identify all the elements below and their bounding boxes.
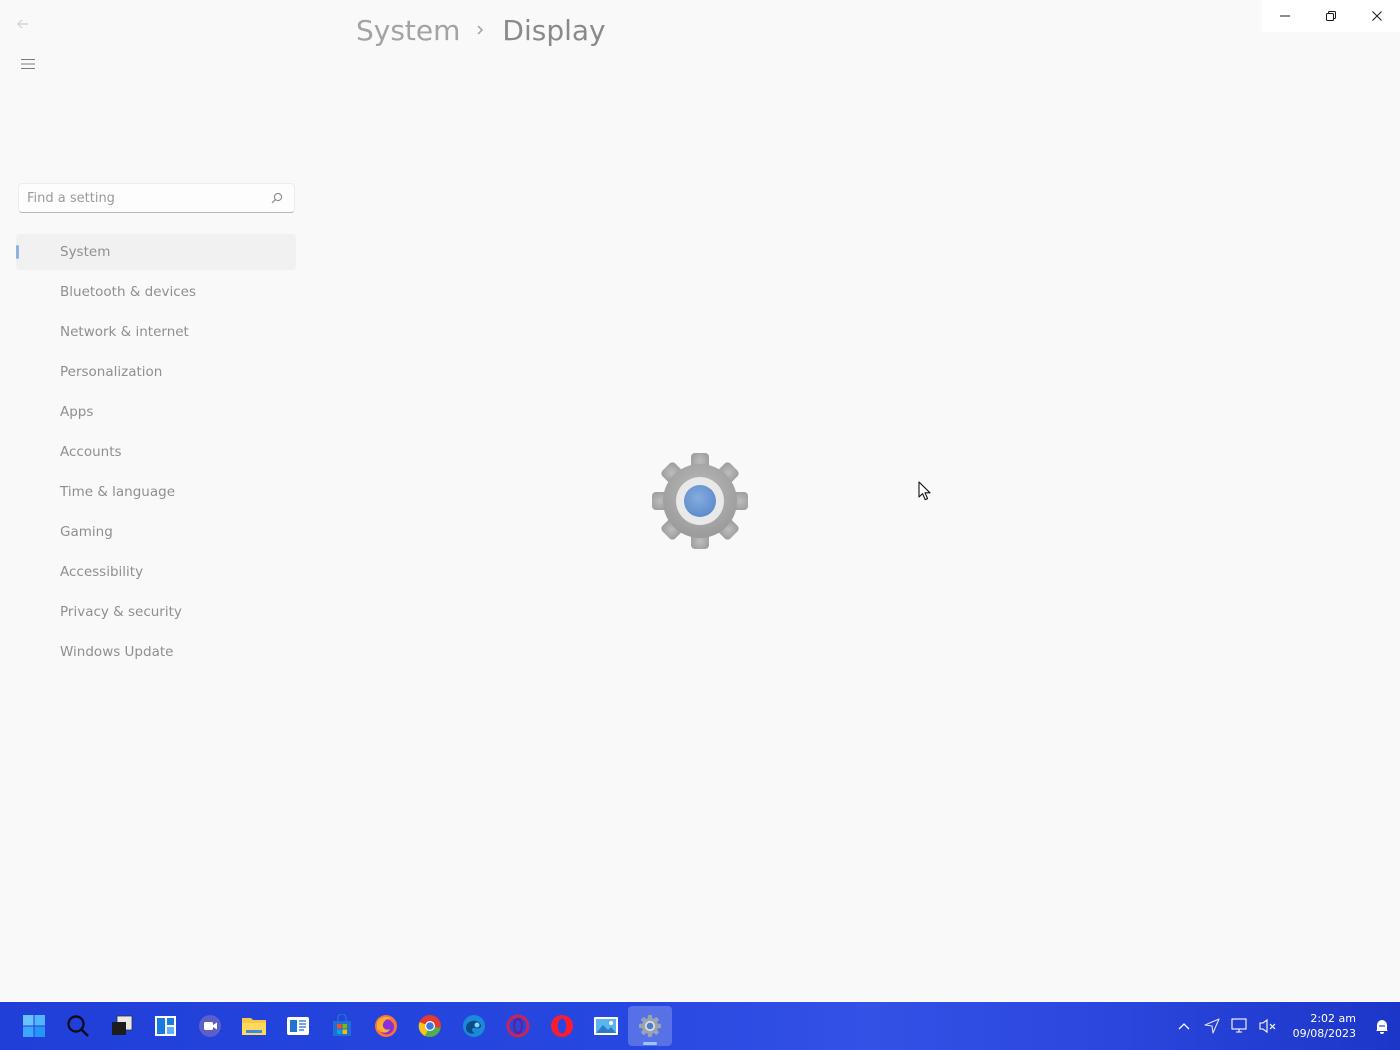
mouse-cursor-icon	[918, 481, 931, 501]
widgets-icon	[155, 1016, 176, 1036]
task-view-button[interactable]	[100, 1006, 144, 1046]
sidebar-item-label: Time & language	[60, 484, 176, 500]
news-icon	[287, 1017, 309, 1035]
sidebar-item-label: Gaming	[60, 524, 113, 540]
sidebar-item-label: Accounts	[60, 444, 122, 460]
sidebar-item-time-language[interactable]: Time & language	[16, 474, 296, 510]
page-title: Display	[502, 13, 606, 47]
edge-dev-button[interactable]	[452, 1006, 496, 1046]
taskbar: 2:02 am 09/08/2023	[0, 1002, 1400, 1050]
search-input[interactable]	[27, 188, 267, 208]
sidebar-item-label: Personalization	[60, 364, 163, 380]
sidebar-item-network-internet[interactable]: Network & internet	[16, 314, 296, 350]
firefox-icon	[375, 1015, 397, 1037]
sidebar-item-personalization[interactable]: Personalization	[16, 354, 296, 390]
clock-time: 2:02 am	[1310, 1012, 1356, 1025]
search-icon[interactable]	[271, 192, 283, 204]
opera-gx-button[interactable]	[496, 1006, 540, 1046]
edge-dev-icon	[463, 1015, 485, 1037]
meet-button[interactable]	[188, 1006, 232, 1046]
opera-gx-icon	[506, 1014, 530, 1038]
taskbar-search-button[interactable]	[56, 1006, 100, 1046]
network-icon	[1231, 1018, 1247, 1033]
firefox-button[interactable]	[364, 1006, 408, 1046]
sidebar-item-label: Accessibility	[60, 564, 144, 580]
settings-taskbar-button[interactable]	[628, 1006, 672, 1046]
minimize-button[interactable]	[1262, 0, 1308, 32]
clock-date: 09/08/2023	[1292, 1027, 1356, 1040]
location-tray-button[interactable]	[1198, 1002, 1226, 1050]
sidebar-item-label: Apps	[60, 404, 94, 420]
network-tray-button[interactable]	[1226, 1002, 1254, 1050]
restore-button[interactable]	[1308, 0, 1354, 32]
breadcrumb: System Display	[356, 10, 606, 50]
chevron-up-icon	[1178, 1023, 1190, 1030]
window-controls	[1262, 0, 1400, 32]
sidebar-item-label: System	[60, 244, 111, 260]
sidebar-item-bluetooth-devices[interactable]: Bluetooth & devices	[16, 274, 296, 310]
search-box	[18, 183, 295, 213]
close-button[interactable]	[1354, 0, 1400, 32]
volume-tray-button[interactable]	[1254, 1002, 1282, 1050]
chrome-button[interactable]	[408, 1006, 452, 1046]
show-hidden-icons-button[interactable]	[1170, 1002, 1198, 1050]
start-icon	[23, 1015, 45, 1037]
task-view-icon	[112, 1015, 133, 1035]
settings-window: System Display System Bluetooth & device…	[0, 0, 1400, 1002]
system-tray: 2:02 am 09/08/2023	[1170, 1002, 1400, 1050]
sidebar-nav: System Bluetooth & devices Network & int…	[16, 234, 296, 674]
minimize-icon	[1280, 15, 1290, 17]
notification-icon	[1376, 1020, 1388, 1034]
sidebar-item-accounts[interactable]: Accounts	[16, 434, 296, 470]
chevron-right-icon	[476, 23, 486, 37]
chrome-icon	[418, 1015, 441, 1038]
store-icon	[333, 1014, 351, 1036]
restore-icon	[1326, 11, 1336, 21]
navigation-menu-button[interactable]	[16, 53, 40, 75]
clock[interactable]: 2:02 am 09/08/2023	[1286, 1011, 1364, 1041]
sidebar-item-apps[interactable]: Apps	[16, 394, 296, 430]
news-button[interactable]	[276, 1006, 320, 1046]
sidebar-item-label: Privacy & security	[60, 604, 182, 620]
settings-gear-splash-icon	[652, 453, 748, 549]
close-icon	[1372, 11, 1382, 21]
breadcrumb-root[interactable]: System	[356, 14, 460, 47]
meet-icon	[199, 1015, 221, 1037]
sidebar-item-gaming[interactable]: Gaming	[16, 514, 296, 550]
file-explorer-icon	[242, 1018, 266, 1035]
settings-icon	[639, 1015, 661, 1037]
store-button[interactable]	[320, 1006, 364, 1046]
photos-icon	[594, 1017, 618, 1035]
opera-icon	[551, 1015, 573, 1037]
sidebar-item-system[interactable]: System	[16, 234, 296, 270]
widgets-button[interactable]	[144, 1006, 188, 1046]
notification-center-button[interactable]	[1364, 1002, 1400, 1050]
start-button[interactable]	[12, 1006, 56, 1046]
file-explorer-button[interactable]	[232, 1006, 276, 1046]
sidebar-item-privacy-security[interactable]: Privacy & security	[16, 594, 296, 630]
search-icon	[67, 1015, 89, 1037]
location-icon	[1204, 1018, 1220, 1034]
sidebar-item-windows-update[interactable]: Windows Update	[16, 634, 296, 670]
sidebar-item-label: Bluetooth & devices	[60, 284, 197, 300]
photos-button[interactable]	[584, 1006, 628, 1046]
sidebar-item-accessibility[interactable]: Accessibility	[16, 554, 296, 590]
hamburger-icon	[21, 58, 35, 70]
back-button[interactable]	[12, 13, 34, 35]
opera-button[interactable]	[540, 1006, 584, 1046]
sidebar-item-label: Network & internet	[60, 324, 189, 340]
volume-muted-icon	[1259, 1018, 1276, 1034]
back-arrow-icon	[17, 19, 28, 29]
sidebar-item-label: Windows Update	[60, 644, 174, 660]
